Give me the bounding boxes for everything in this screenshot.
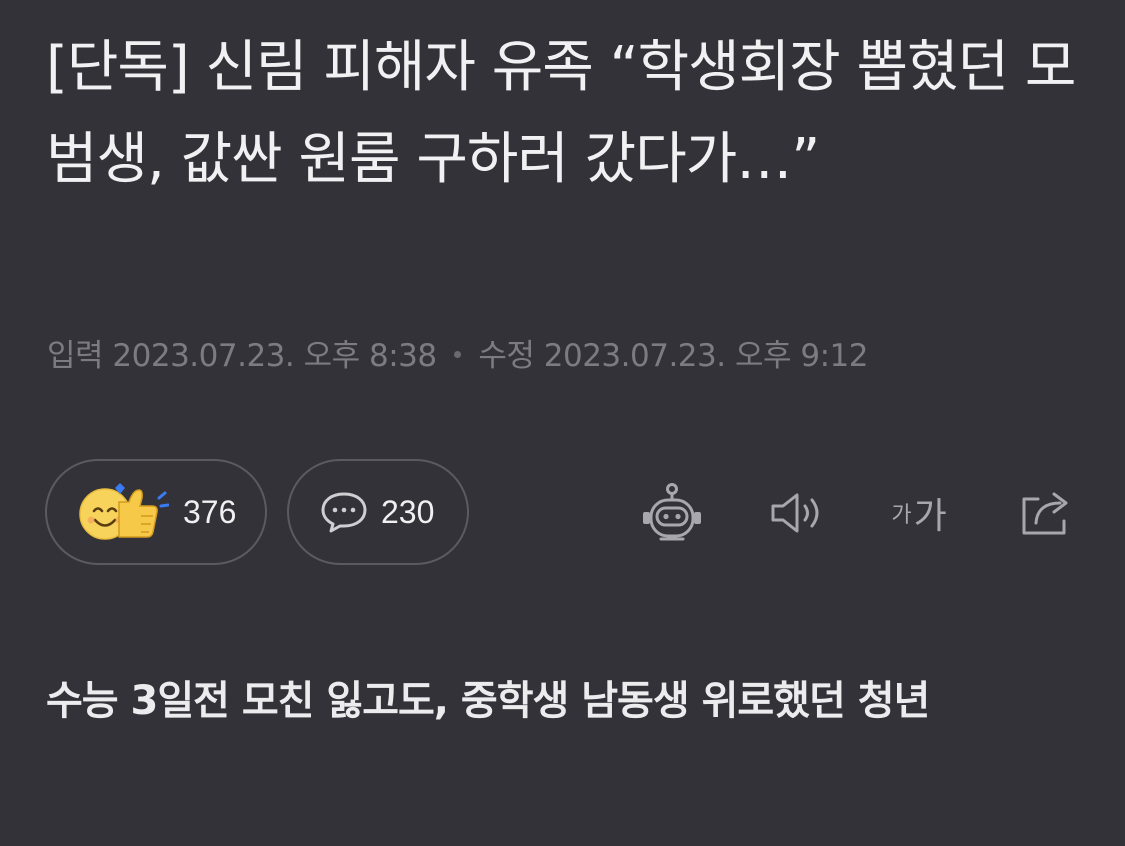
ai-summary-button[interactable]	[636, 478, 708, 548]
smiley-thumbs-up-icon	[79, 483, 169, 540]
share-button[interactable]	[1010, 478, 1082, 548]
comment-button[interactable]: 230	[287, 459, 469, 565]
meta-separator	[453, 351, 461, 358]
input-label: 입력	[47, 338, 104, 374]
share-icon	[1022, 492, 1068, 535]
article-subheading: 수능 3일전 모친 잃고도, 중학생 남동생 위로했던 청년	[46, 678, 930, 724]
robot-icon	[643, 483, 701, 541]
speech-bubble-icon	[321, 492, 367, 533]
comment-count: 230	[381, 493, 435, 530]
font-size-large-glyph: 가	[913, 496, 947, 537]
font-size-button[interactable]: 가 가	[878, 478, 960, 548]
input-time: 2023.07.23. 오후 8:38	[112, 338, 437, 374]
edit-time: 2023.07.23. 오후 9:12	[543, 338, 869, 374]
article-title: [단독] 신림 피해자 유족 “학생회장 뽑혔던 모범생, 값싼 원룸 구하러 …	[46, 35, 1076, 192]
text-to-speech-button[interactable]	[760, 478, 832, 548]
article-meta: 입력 2023.07.23. 오후 8:38 수정 2023.07.23. 오후…	[47, 330, 868, 375]
like-count: 376	[183, 493, 237, 530]
like-button[interactable]: 376	[45, 459, 267, 565]
edit-label: 수정	[478, 338, 535, 374]
speaker-icon	[771, 493, 819, 533]
font-size-small-glyph: 가	[891, 503, 912, 528]
